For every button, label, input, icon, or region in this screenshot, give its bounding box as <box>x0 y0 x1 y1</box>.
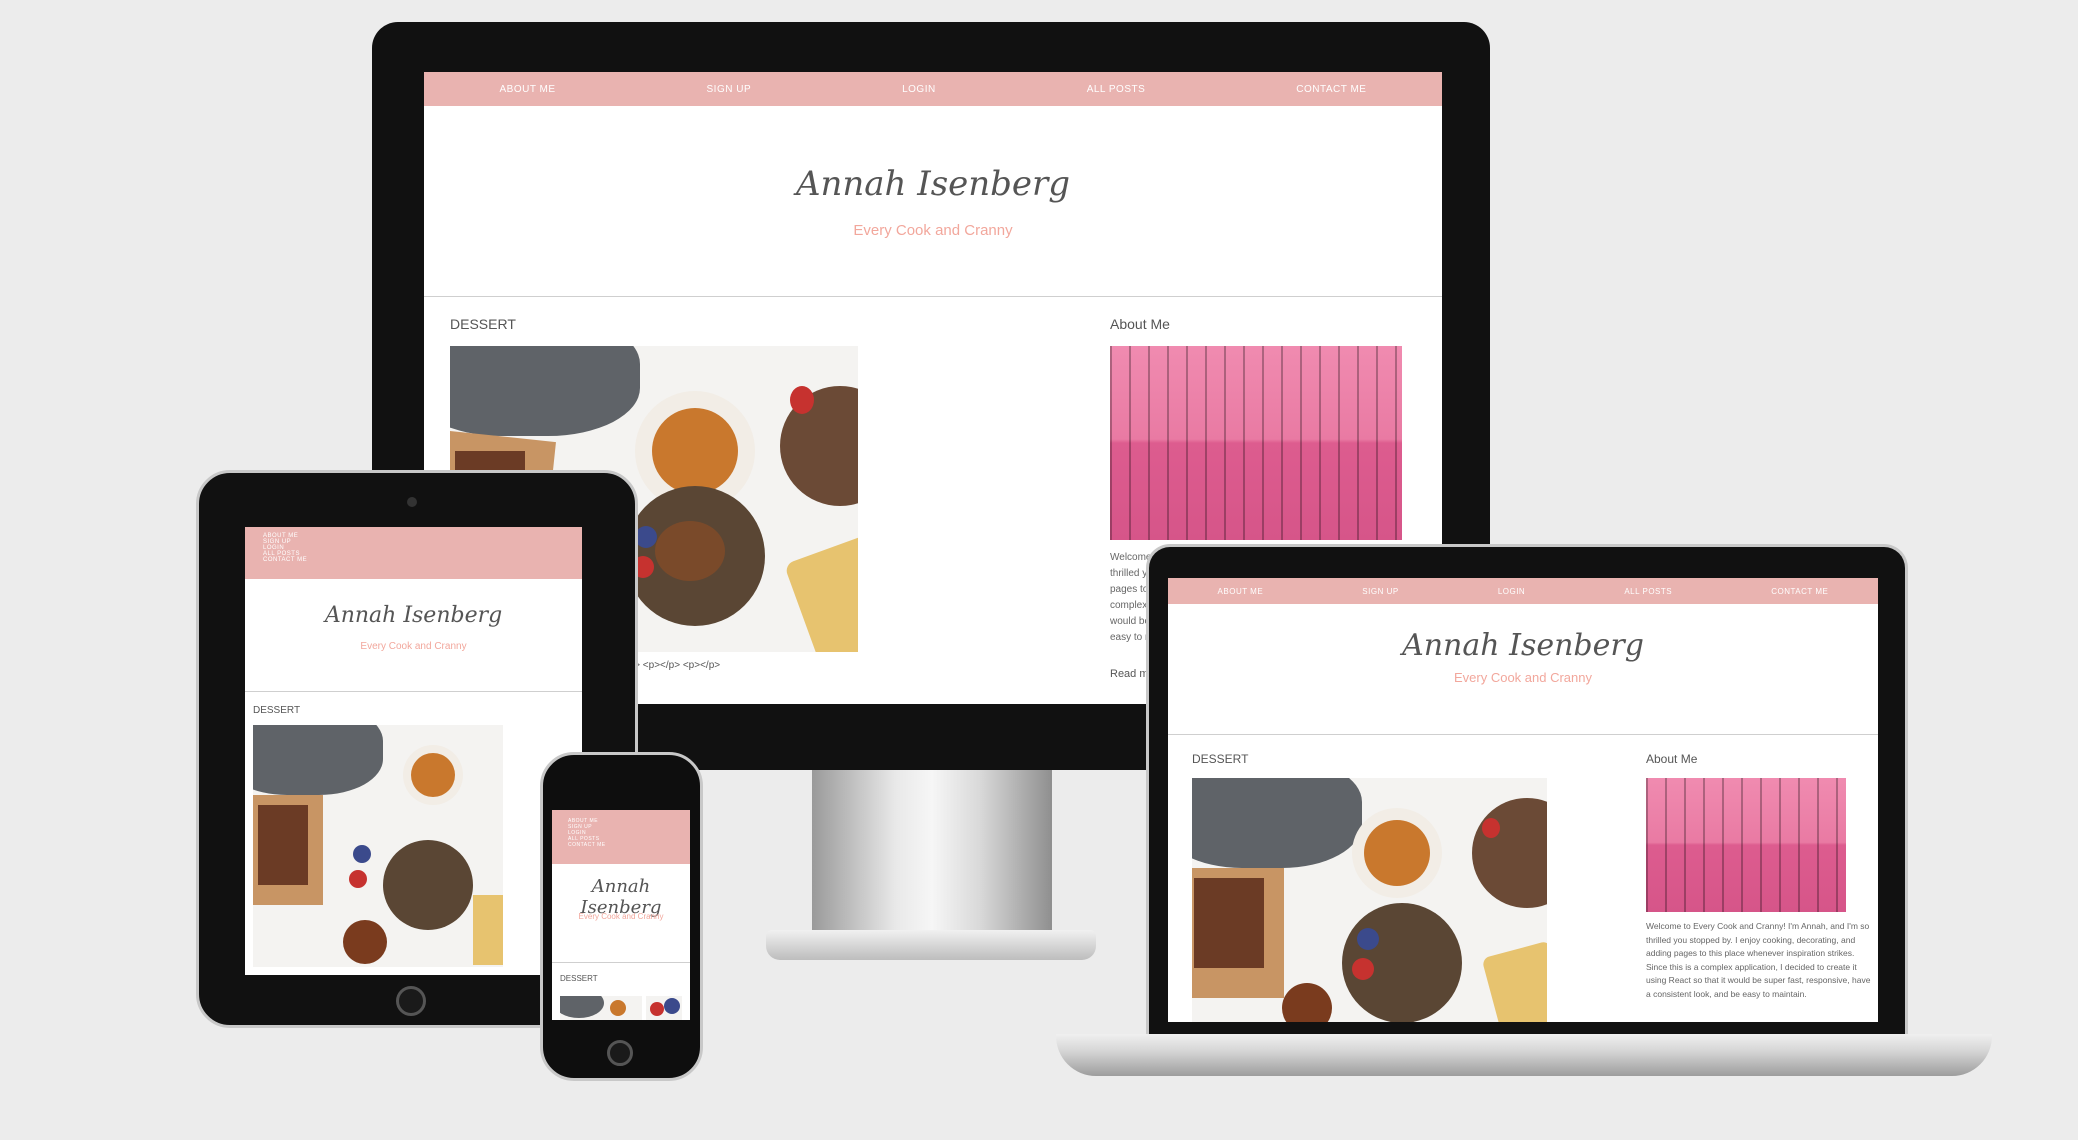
monitor-stand <box>812 770 1052 940</box>
nav-contact-me[interactable]: CONTACT ME <box>1296 84 1366 95</box>
about-text: Welcome to Every Cook and Cranny! I'm An… <box>1646 921 1871 999</box>
dessert-image[interactable] <box>560 996 642 1020</box>
nav-sign-up[interactable]: SIGN UP <box>1362 587 1398 596</box>
nav-contact-me[interactable]: CONTACT ME <box>263 557 307 563</box>
tablet-nav: ABOUT ME SIGN UP LOGIN ALL POSTS CONTACT… <box>245 527 582 579</box>
phone-home-button[interactable] <box>607 1040 633 1066</box>
header-divider <box>1168 734 1878 735</box>
nav-all-posts[interactable]: ALL POSTS <box>1624 587 1672 596</box>
main-nav: ABOUT ME SIGN UP LOGIN ALL POSTS CONTACT… <box>1168 578 1878 604</box>
about-title: About Me <box>1646 752 1698 766</box>
section-title: DESSERT <box>253 705 301 716</box>
section-title: DESSERT <box>450 316 516 332</box>
main-nav: ABOUT ME SIGN UP LOGIN ALL POSTS CONTACT… <box>424 72 1442 106</box>
monitor-base <box>766 930 1096 960</box>
nav-sign-up[interactable]: SIGN UP <box>707 84 752 95</box>
nav-contact-me[interactable]: CONTACT ME <box>568 842 606 848</box>
phone-nav: ABOUT ME SIGN UP LOGIN ALL POSTS CONTACT… <box>552 810 690 864</box>
site-tagline: Every Cook and Cranny <box>578 912 664 921</box>
site-tagline: Every Cook and Cranny <box>853 222 1013 239</box>
header-divider <box>424 296 1442 297</box>
dessert-image-2[interactable] <box>646 996 682 1020</box>
about-title: About Me <box>1110 316 1170 332</box>
about-image <box>1646 778 1846 912</box>
laptop-screen: ABOUT ME SIGN UP LOGIN ALL POSTS CONTACT… <box>1168 578 1878 1022</box>
tablet-camera <box>407 497 417 507</box>
header-divider <box>552 962 690 963</box>
site-logo[interactable]: Annah Isenberg <box>424 164 1442 204</box>
nav-about-me[interactable]: ABOUT ME <box>1218 587 1264 596</box>
dessert-image[interactable] <box>1192 778 1547 1022</box>
section-title: DESSERT <box>1192 752 1249 766</box>
about-image <box>1110 346 1402 540</box>
site-tagline: Every Cook and Cranny <box>360 641 467 652</box>
nav-contact-me[interactable]: CONTACT ME <box>1771 587 1828 596</box>
nav-login[interactable]: LOGIN <box>1498 587 1525 596</box>
site-logo[interactable]: Annah Isenberg <box>1168 628 1878 663</box>
section-title: DESSERT <box>560 974 598 983</box>
nav-login[interactable]: LOGIN <box>902 84 936 95</box>
site-tagline: Every Cook and Cranny <box>1453 670 1592 685</box>
dessert-image[interactable] <box>253 725 503 967</box>
nav-all-posts[interactable]: ALL POSTS <box>1087 84 1146 95</box>
nav-about-me[interactable]: ABOUT ME <box>499 84 555 95</box>
site-logo[interactable]: Annah Isenberg <box>245 603 582 628</box>
tablet-home-button[interactable] <box>396 986 426 1016</box>
header-divider <box>245 691 582 692</box>
laptop-base <box>1056 1034 1992 1076</box>
tablet-screen: ABOUT ME SIGN UP LOGIN ALL POSTS CONTACT… <box>245 527 582 975</box>
phone-screen: ABOUT ME SIGN UP LOGIN ALL POSTS CONTACT… <box>552 810 690 1020</box>
